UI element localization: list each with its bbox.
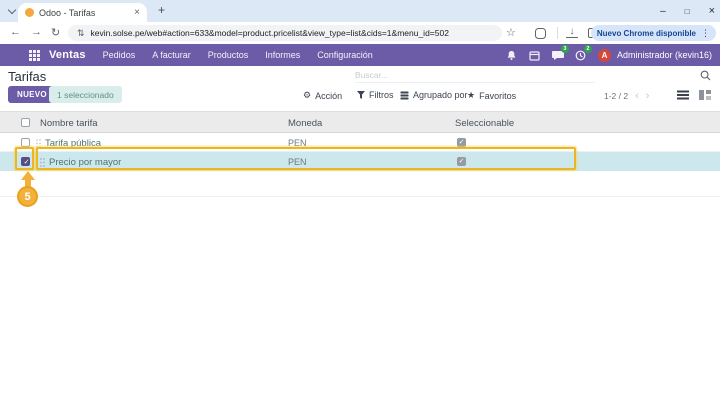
pager-range: 1-2 / 2 (604, 91, 628, 101)
window-controls: – □ × (660, 0, 715, 22)
tab-title: Odoo - Tarifas (39, 8, 129, 18)
layers-icon (400, 91, 409, 100)
control-panel: Tarifas NUEVO 1 seleccionado ⚙ Acción Fi… (0, 66, 720, 111)
group-by-button[interactable]: Agrupado por (400, 90, 468, 100)
filters-label: Filtros (369, 90, 394, 100)
new-tab-button[interactable]: + (158, 3, 165, 17)
tab-groups-icon[interactable] (535, 28, 546, 39)
user-menu[interactable]: Administrador (kevin16) (617, 50, 712, 60)
pager-next-icon[interactable]: › (646, 92, 650, 101)
favorites-label: Favoritos (479, 91, 516, 101)
row-checkbox-checked[interactable] (21, 157, 30, 166)
select-all-checkbox[interactable] (21, 118, 30, 127)
pager-prev-icon[interactable]: ‹ (635, 92, 639, 101)
pricelist-name[interactable]: Tarifa pública (45, 138, 101, 149)
chrome-update-label: Nuevo Chrome disponible (597, 29, 696, 38)
messages-badge: 3 (561, 45, 569, 53)
funnel-icon (357, 91, 365, 99)
drag-handle-icon[interactable] (40, 158, 45, 167)
selected-count-badge[interactable]: 1 seleccionado (49, 86, 122, 103)
browser-titlebar: Odoo - Tarifas × + – □ × (0, 0, 720, 22)
search-icon[interactable] (700, 70, 711, 81)
browser-toolbar: ← → ↻ ⇅ kevin.solse.pe/web#action=633&mo… (0, 22, 720, 44)
browser-window: Odoo - Tarifas × + – □ × ← → ↻ ⇅ kevin.s… (0, 0, 720, 404)
group-by-label: Agrupado por (413, 90, 468, 100)
downloads-icon[interactable]: ↓ (566, 26, 578, 38)
search-input[interactable] (355, 68, 595, 83)
url-text: kevin.solse.pe/web#action=633&model=prod… (91, 28, 449, 38)
reload-button[interactable]: ↻ (51, 26, 60, 39)
pricelist-currency: PEN (288, 157, 307, 167)
kanban-view-icon[interactable] (699, 90, 711, 100)
column-moneda[interactable]: Moneda (288, 118, 322, 129)
annotation-step-badge: 5 (17, 186, 38, 207)
activities-clock-icon[interactable]: 2 (575, 49, 587, 61)
action-label: Acción (315, 91, 342, 101)
selectable-checkbox[interactable] (457, 157, 466, 166)
activities-badge: 2 (584, 45, 592, 53)
back-button[interactable]: ← (10, 26, 21, 38)
pager: 1-2 / 2 ‹ › (604, 91, 649, 101)
table-row-tarifa-publica[interactable]: Tarifa pública PEN (0, 134, 720, 152)
action-menu-button[interactable]: ⚙ Acción (303, 90, 342, 101)
filters-button[interactable]: Filtros (357, 90, 394, 100)
star-icon: ★ (467, 90, 475, 101)
messages-icon[interactable]: 3 (552, 49, 564, 61)
table-row-precio-por-mayor[interactable]: Precio por mayor PEN (0, 152, 720, 171)
bookmark-star-icon[interactable]: ☆ (506, 26, 516, 39)
forward-button[interactable]: → (31, 26, 42, 38)
selectable-checkbox[interactable] (457, 138, 466, 147)
menu-informes[interactable]: Informes (265, 50, 300, 60)
close-window-button[interactable]: × (709, 5, 715, 17)
menu-a-facturar[interactable]: A facturar (152, 50, 191, 60)
favorites-button[interactable]: ★ Favoritos (467, 90, 516, 101)
browser-menu-icon[interactable]: ⋮ (701, 28, 710, 39)
toolbar-divider (557, 27, 558, 39)
menu-configuracion[interactable]: Configuración (317, 50, 373, 60)
tab-close-icon[interactable]: × (134, 8, 140, 18)
minimize-button[interactable]: – (660, 6, 666, 17)
site-info-icon[interactable]: ⇅ (77, 28, 85, 39)
app-name[interactable]: Ventas (49, 49, 86, 61)
systray: 3 2 A Administrador (kevin16) (506, 44, 712, 66)
menu-pedidos[interactable]: Pedidos (103, 50, 136, 60)
column-seleccionable[interactable]: Seleccionable (455, 118, 514, 129)
browser-tab-odoo[interactable]: Odoo - Tarifas × (18, 3, 147, 22)
chrome-update-button[interactable]: Nuevo Chrome disponible ⋮ (591, 25, 716, 41)
row-checkbox[interactable] (21, 138, 30, 147)
apps-grid-icon[interactable] (29, 50, 40, 61)
drag-handle-icon[interactable] (36, 139, 41, 148)
bell-icon[interactable] (506, 49, 518, 61)
odoo-favicon-icon (25, 8, 34, 17)
calendar-icon[interactable] (529, 49, 541, 61)
maximize-button[interactable]: □ (685, 7, 690, 16)
pricelist-name[interactable]: Precio por mayor (49, 157, 121, 168)
pricelist-currency: PEN (288, 138, 307, 148)
page-title: Tarifas (8, 69, 46, 84)
list-view-icon[interactable] (677, 90, 689, 100)
odoo-navbar: Ventas Pedidos A facturar Productos Info… (0, 44, 720, 66)
address-bar[interactable]: ⇅ kevin.solse.pe/web#action=633&model=pr… (68, 25, 502, 41)
menu-productos[interactable]: Productos (208, 50, 249, 60)
gear-icon: ⚙ (303, 90, 311, 101)
column-nombre-tarifa[interactable]: Nombre tarifa (40, 118, 98, 129)
user-avatar[interactable]: A (598, 49, 611, 62)
table-divider (0, 196, 720, 197)
table-header: Nombre tarifa Moneda Seleccionable (0, 111, 720, 133)
tab-search-chevron-icon[interactable] (9, 7, 16, 14)
